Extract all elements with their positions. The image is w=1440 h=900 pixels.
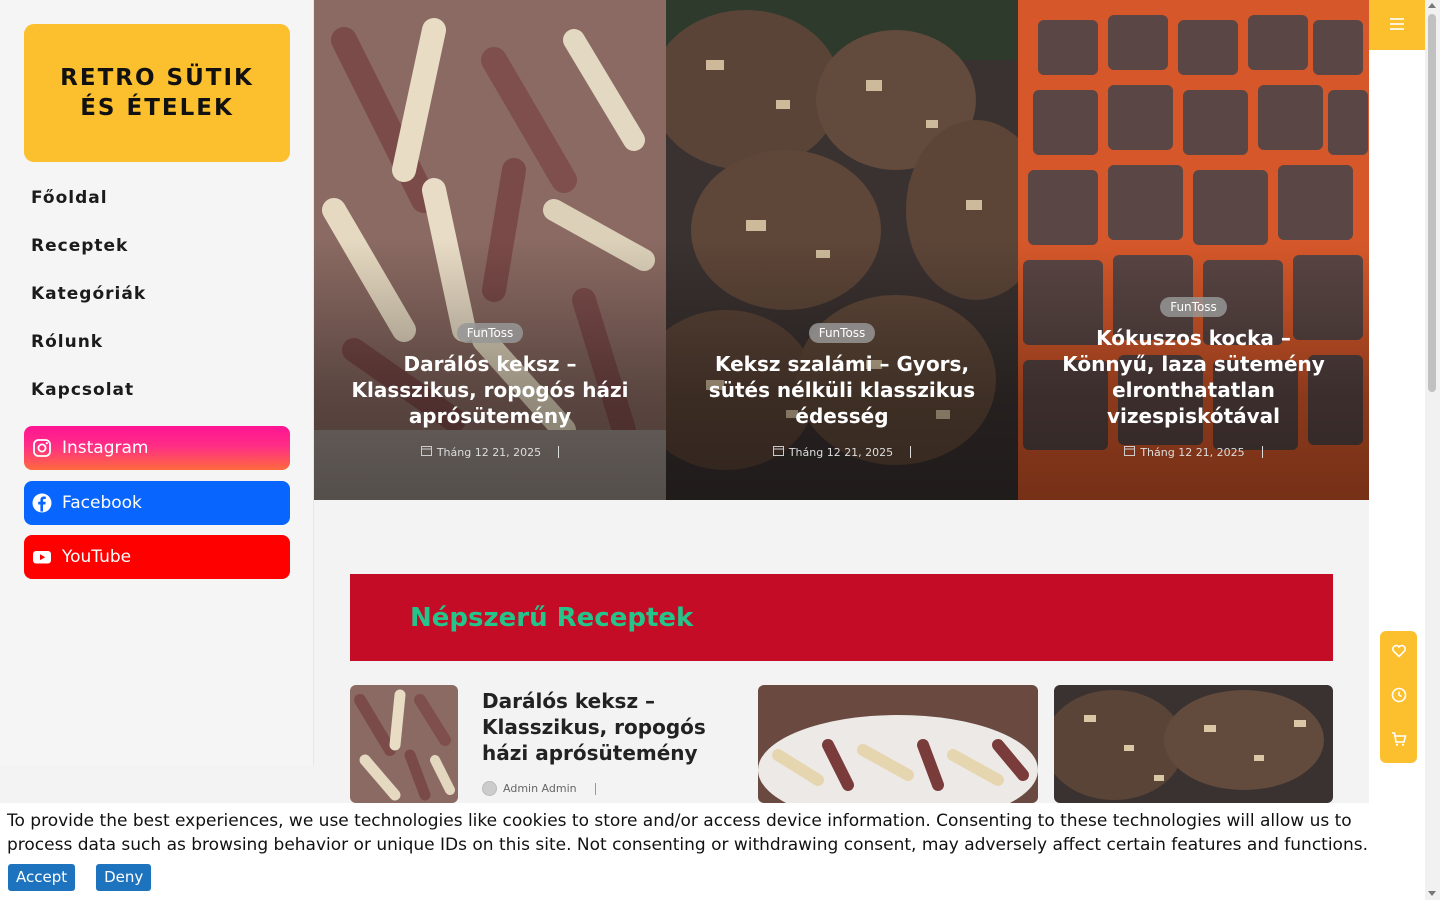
hero-meta: FunToss Kókuszos kocka – Könnyű, laza sü… [1018,296,1369,460]
site-logo[interactable]: RETRO SÜTIK ÉS ÉTELEK [24,24,290,162]
instagram-label: Instagram [62,438,149,458]
hero-title[interactable]: Kókuszos kocka – Könnyű, laza sütemény e… [1048,325,1339,429]
heart-icon [1391,643,1407,663]
instagram-button[interactable]: Instagram [24,426,290,470]
right-strip [1369,0,1425,900]
nav-item-categories[interactable]: Kategóriák [31,278,146,326]
cookie-consent-bar: To provide the best experiences, we use … [0,803,1425,900]
author-name[interactable]: Admin Admin [503,782,577,795]
calendar-icon [772,445,784,459]
popular-post-title[interactable]: Darálós keksz – Klasszikus, ropogós házi… [482,688,732,766]
clock-icon [1391,687,1407,707]
page-scrollbar[interactable] [1425,0,1440,900]
hero-card[interactable]: FunToss Darálós keksz – Klasszikus, ropo… [314,0,666,500]
calendar-icon [420,445,432,459]
category-badge[interactable]: FunToss [1160,297,1227,317]
history-button[interactable] [1380,675,1417,719]
facebook-button[interactable]: Facebook [24,481,290,525]
popular-banner: Népszerű Receptek [350,574,1333,661]
menu-button[interactable] [1369,0,1425,50]
hero-card[interactable]: FunToss Kókuszos kocka – Könnyű, laza sü… [1018,0,1369,500]
divider [594,782,596,795]
popular-post-image [350,685,458,803]
hero-title[interactable]: Keksz szalámi – Gyors, sütés nélküli kla… [696,351,988,429]
youtube-icon [32,547,52,567]
hero-date-text: Tháng 12 21, 2025 [1140,445,1245,459]
hamburger-icon [1389,13,1405,38]
divider [1261,446,1263,458]
category-badge[interactable]: FunToss [808,323,876,343]
youtube-label: YouTube [62,547,132,567]
nav-item-home[interactable]: Főoldal [31,182,146,230]
cart-button[interactable] [1380,719,1417,763]
favorites-button[interactable] [1380,631,1417,675]
accept-button[interactable]: Accept [8,864,76,891]
calendar-icon [1124,445,1136,459]
divider [558,446,560,458]
scroll-up-icon[interactable] [1428,3,1436,8]
hero-date: Tháng 12 21, 2025 [1124,445,1263,459]
popular-card-image[interactable] [1054,685,1333,803]
facebook-icon [32,493,52,513]
scroll-down-icon[interactable] [1428,891,1436,896]
instagram-icon [32,438,52,458]
deny-button[interactable]: Deny [96,864,152,891]
popular-post-thumbnail[interactable] [350,685,458,803]
hero-card[interactable]: FunToss Keksz szalámi – Gyors, sütés nél… [666,0,1018,500]
cookie-text: To provide the best experiences, we use … [7,811,1368,855]
hero-date-text: Tháng 12 21, 2025 [436,445,542,459]
nav-item-contact[interactable]: Kapcsolat [31,374,146,422]
hero-meta: FunToss Darálós keksz – Klasszikus, ropo… [314,322,666,460]
post-author: Admin Admin [482,781,596,796]
site-logo-text: RETRO SÜTIK ÉS ÉTELEK [60,65,254,121]
sidebar: RETRO SÜTIK ÉS ÉTELEK Főoldal Receptek K… [0,0,314,765]
main-nav: Főoldal Receptek Kategóriák Rólunk Kapcs… [31,182,146,422]
cookie-buttons: Accept Deny [8,864,1418,891]
hero-slider: FunToss Darálós keksz – Klasszikus, ropo… [314,0,1369,500]
nav-item-recipes[interactable]: Receptek [31,230,146,278]
cart-icon [1391,731,1407,751]
floating-actions [1380,631,1417,763]
salami-image [1054,685,1333,803]
hero-meta: FunToss Keksz szalámi – Gyors, sütés nél… [666,322,1018,460]
scrollbar-thumb[interactable] [1428,14,1436,392]
cookies-plate-image [758,685,1038,803]
youtube-button[interactable]: YouTube [24,535,290,579]
hero-title[interactable]: Darálós keksz – Klasszikus, ropogós házi… [344,351,636,429]
hero-date: Tháng 12 21, 2025 [772,445,912,459]
popular-card-image[interactable] [758,685,1038,803]
avatar [482,781,497,796]
hero-date: Tháng 12 21, 2025 [420,445,560,459]
facebook-label: Facebook [62,493,142,513]
nav-item-about[interactable]: Rólunk [31,326,146,374]
popular-heading: Népszerű Receptek [410,602,694,633]
divider [910,446,912,458]
hero-date-text: Tháng 12 21, 2025 [788,445,894,459]
category-badge[interactable]: FunToss [456,323,524,343]
